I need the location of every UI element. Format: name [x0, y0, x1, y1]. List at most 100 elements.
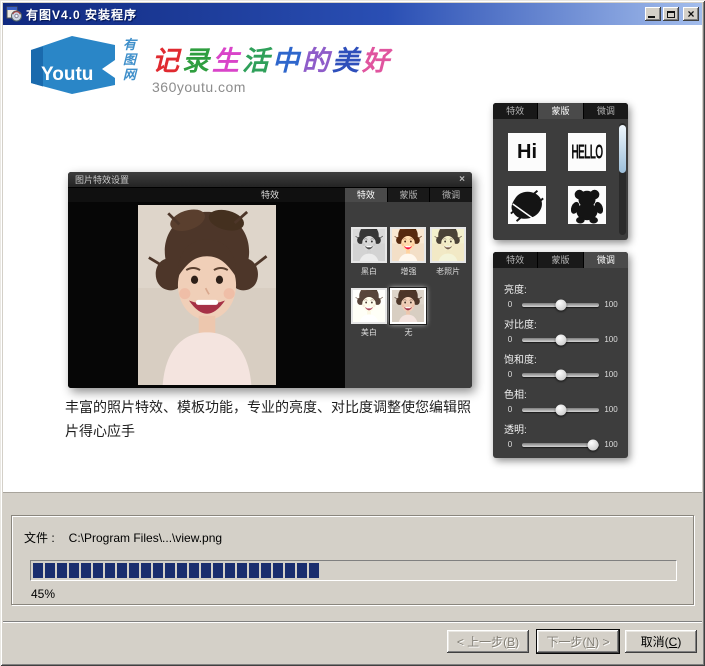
- tab-特效[interactable]: 特效: [493, 252, 538, 268]
- next-button[interactable]: 下一步(N) >: [537, 630, 619, 653]
- slider-thumb[interactable]: [555, 334, 566, 345]
- effect-thumb-image: [390, 288, 426, 324]
- slider-track[interactable]: [522, 408, 599, 412]
- slider-label: 透明:: [504, 421, 619, 436]
- slider-thumb[interactable]: [555, 299, 566, 310]
- cancel-button[interactable]: 取消(C): [625, 630, 697, 653]
- slider-min-label: 0: [502, 440, 518, 449]
- tab-蒙版[interactable]: 蒙版: [538, 252, 583, 268]
- slogan-char: 活: [242, 46, 272, 76]
- slider-min-label: 0: [502, 370, 518, 379]
- bear-icon: [568, 186, 606, 224]
- effects-close-icon[interactable]: ×: [459, 174, 465, 185]
- maximize-button[interactable]: [663, 7, 679, 21]
- mask-tile-scribble[interactable]: [508, 186, 546, 224]
- sliders: 亮度:0100对比度:0100饱和度:0100色相:0100透明:0100: [493, 268, 628, 449]
- effects-window-screenshot: 图片特效设置 × 特效 特效蒙版微调 黑白增强老照片美白无: [68, 172, 472, 388]
- content-area: Youtu 有 图 网 记录生活中的美好 360youtu.com 图片特效设置…: [3, 25, 702, 493]
- mask-tile-hello[interactable]: HELLO: [568, 133, 606, 171]
- tab-微调[interactable]: 微调: [430, 188, 472, 202]
- close-button[interactable]: ×: [683, 7, 699, 21]
- slogan-char: 的: [302, 46, 332, 76]
- progress-percent: 45%: [31, 587, 55, 601]
- maximize-icon: [667, 11, 675, 18]
- effects-side-panel: 黑白增强老照片美白无: [345, 202, 472, 388]
- tab-微调[interactable]: 微调: [584, 103, 628, 119]
- slider-max-label: 100: [603, 335, 619, 344]
- slogan-char: 生: [212, 46, 242, 76]
- brand-vertical-name: 有 图 网: [123, 37, 136, 82]
- mask-tiles: Hi HELLO: [493, 119, 628, 224]
- progress-bar: [30, 560, 677, 581]
- file-path: C:\Program Files\...\view.png: [69, 531, 222, 545]
- effect-thumb-无[interactable]: 无: [390, 288, 426, 338]
- mask-tabbar: 特效蒙版微调: [493, 103, 628, 119]
- brand-slogan: 记录生活中的美好: [152, 39, 392, 78]
- slogan-char: 美: [332, 46, 362, 76]
- mask-tile-text: Hi: [517, 141, 537, 164]
- slogan-char: 记: [152, 46, 182, 76]
- tab-微调[interactable]: 微调: [584, 252, 628, 268]
- photo-preview: [138, 205, 276, 385]
- effect-thumb-增强[interactable]: 增强: [390, 227, 426, 277]
- effect-thumb-老照片[interactable]: 老照片: [430, 227, 466, 277]
- photo-canvas: [68, 202, 345, 388]
- effect-thumb-label: 美白: [351, 327, 387, 338]
- mask-panel: 特效蒙版微调 Hi HELLO: [493, 103, 628, 240]
- slider-row-亮度: 亮度:0100: [502, 281, 619, 309]
- effect-thumb-美白[interactable]: 美白: [351, 288, 387, 338]
- slider-thumb[interactable]: [555, 369, 566, 380]
- divider: [3, 621, 702, 623]
- slider-max-label: 100: [603, 440, 619, 449]
- effect-thumb-image: [430, 227, 466, 263]
- slider-row-对比度: 对比度: 0 100: [502, 316, 619, 344]
- scrollbar[interactable]: [619, 123, 626, 235]
- brand-header: Youtu 有 图 网 记录生活中的美好 360youtu.com: [28, 33, 392, 97]
- slider-thumb[interactable]: [587, 439, 598, 450]
- slider-label: 饱和度:: [504, 351, 619, 366]
- slider-max-label: 100: [603, 405, 619, 414]
- slider-thumb[interactable]: [555, 404, 566, 415]
- slider-label: 色相:: [504, 386, 619, 401]
- adjust-panel: 特效蒙版微调 亮度:0100对比度:0100饱和度:0100色相:0100透明:…: [493, 252, 628, 458]
- tab-特效[interactable]: 特效: [493, 103, 538, 119]
- progress-groupbox: 文件 : C:\Program Files\...\view.png 45%: [11, 515, 694, 605]
- slogan-char: 好: [362, 46, 392, 76]
- tab-蒙版[interactable]: 蒙版: [388, 188, 431, 202]
- effect-thumb-label: 老照片: [430, 266, 466, 277]
- tab-特效[interactable]: 特效: [345, 188, 388, 202]
- slider-row-透明: 透明: 0 100: [502, 421, 619, 449]
- slider-track[interactable]: [522, 303, 599, 307]
- slider-min-label: 0: [502, 300, 518, 309]
- slider-track[interactable]: [522, 373, 599, 377]
- effect-thumb-image: [390, 227, 426, 263]
- title-bar: 有图V4.0 安装程序 ×: [3, 3, 702, 25]
- effects-header: 特效 特效蒙版微调: [68, 188, 472, 202]
- effect-thumb-label: 黑白: [351, 266, 387, 277]
- effect-thumb-image: [351, 227, 387, 263]
- progress-fill: [33, 563, 321, 578]
- scrollbar-thumb[interactable]: [619, 125, 626, 173]
- svg-text:Youtu: Youtu: [41, 64, 93, 85]
- slider-track[interactable]: [522, 443, 599, 447]
- mask-tile-bear[interactable]: [568, 186, 606, 224]
- slider-max-label: 100: [603, 300, 619, 309]
- effect-thumb-黑白[interactable]: 黑白: [351, 227, 387, 277]
- slider-min-label: 0: [502, 405, 518, 414]
- minimize-button[interactable]: [645, 7, 661, 21]
- footer-area: 文件 : C:\Program Files\...\view.png 45% < …: [3, 493, 702, 663]
- back-button[interactable]: < 上一步(B): [447, 630, 529, 653]
- scribble-icon: [508, 186, 546, 224]
- effects-tabbar: 特效蒙版微调: [345, 188, 472, 202]
- tab-蒙版[interactable]: 蒙版: [538, 103, 583, 119]
- adjust-tabbar: 特效蒙版微调: [493, 252, 628, 268]
- file-label: 文件 :: [24, 531, 55, 545]
- slider-track[interactable]: [522, 338, 599, 342]
- mask-tile-hi[interactable]: Hi: [508, 133, 546, 171]
- feature-description: 丰富的照片特效、模板功能，专业的亮度、对比度调整使您编辑照片得心应手: [65, 395, 479, 443]
- slider-label: 对比度:: [504, 316, 619, 331]
- effect-thumb-label: 增强: [390, 266, 426, 277]
- slider-row-色相: 色相: 0 100: [502, 386, 619, 414]
- slider-min-label: 0: [502, 335, 518, 344]
- close-icon: ×: [687, 9, 694, 19]
